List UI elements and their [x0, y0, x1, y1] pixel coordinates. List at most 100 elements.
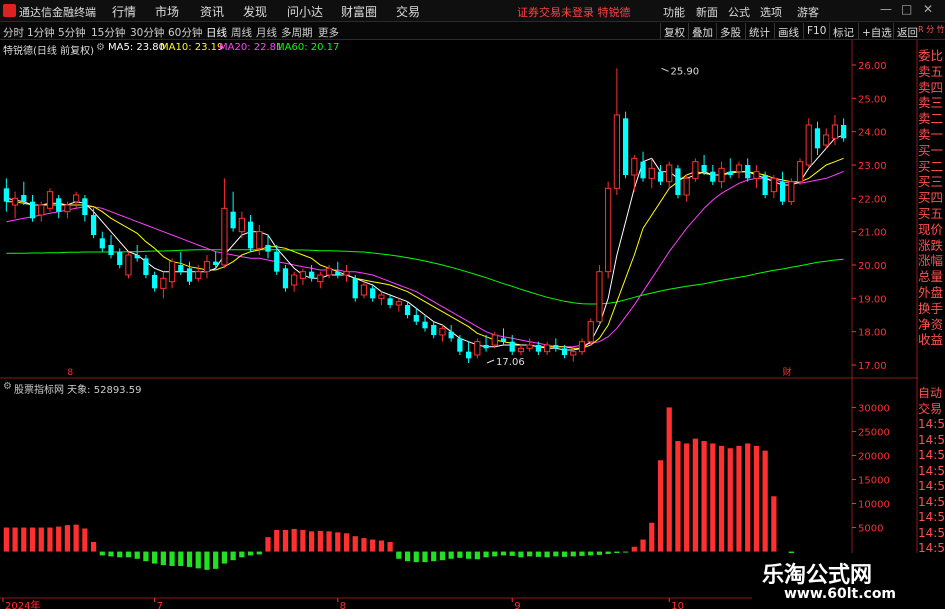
draw-line-button[interactable]: 画线 — [774, 23, 802, 39]
period-tab-1min[interactable]: 1分钟 — [27, 25, 55, 40]
menu-wealth-circle[interactable]: 财富圈 — [341, 3, 377, 20]
side-panel-item: 涨跌 — [918, 237, 944, 253]
indicator-bar — [352, 536, 358, 552]
candle-body — [727, 171, 733, 175]
trade-panel-item: 交易 — [918, 401, 943, 416]
menu-assistant[interactable]: 问小达 — [287, 3, 323, 20]
ma5-label: MA5: 23.80 — [108, 42, 166, 53]
period-tab-30min[interactable]: 30分钟 — [130, 25, 164, 40]
indicator-bar — [457, 551, 463, 558]
period-tab-5min[interactable]: 5分钟 — [58, 25, 86, 40]
period-tab-15min[interactable]: 15分钟 — [91, 25, 125, 40]
title-bar: 通达信金融终端 行情 市场 资讯 发现 问小达 财富圈 交易 证券交易未登录 特… — [0, 0, 945, 22]
candle-body — [553, 345, 559, 349]
trade-panel-item: 14:50 — [918, 448, 945, 462]
indicator-bar — [614, 551, 620, 554]
candle-body — [474, 341, 481, 356]
indicator-bar — [317, 530, 323, 552]
statistics-button[interactable]: 统计 — [745, 23, 773, 39]
indicator-bar — [736, 445, 742, 552]
candle-body — [788, 181, 795, 203]
candle-body — [517, 347, 525, 353]
candle-body — [605, 187, 612, 273]
multi-stock-button[interactable]: 多股 — [716, 23, 744, 39]
mark-button[interactable]: 标记 — [829, 23, 857, 39]
indicator-bar — [169, 551, 175, 566]
menu-functions[interactable]: 功能 — [663, 4, 685, 20]
menu-discover[interactable]: 发现 — [243, 3, 267, 20]
candle-body — [439, 327, 446, 336]
trade-side-panel: 自动交易14:5014:5014:5014:5014:5014:5014:501… — [918, 386, 945, 557]
side-panel-item: 收益 — [918, 332, 944, 348]
side-panel-item: 买四 — [918, 190, 944, 206]
indicator-bar — [666, 407, 672, 552]
period-tab-more[interactable]: 更多 — [318, 25, 339, 40]
overlay-button[interactable]: 叠加 — [688, 23, 716, 39]
candle-body — [640, 161, 646, 179]
indicator-bar — [710, 443, 716, 552]
candle-body — [99, 238, 105, 249]
minimize-icon[interactable]: — — [880, 2, 892, 16]
trade-login-notice[interactable]: 证券交易未登录 特锐德 — [517, 4, 631, 20]
period-tab-60min[interactable]: 60分钟 — [168, 25, 202, 40]
period-toolbar: 分时 1分钟 5分钟 15分钟 30分钟 60分钟 日线 周线 月线 多周期 更… — [0, 22, 945, 40]
period-tab-tick[interactable]: 分时 — [3, 25, 24, 40]
guest-account[interactable]: 游客 — [797, 4, 819, 20]
period-tab-weekly[interactable]: 周线 — [231, 25, 252, 40]
candle-body — [265, 245, 271, 252]
event-marker[interactable]: 8 — [67, 368, 73, 378]
period-tab-daily[interactable]: 日线 — [206, 25, 227, 40]
price-tick-label: 21.00 — [858, 228, 887, 239]
indicator-bar — [387, 541, 393, 552]
menu-market[interactable]: 市场 — [155, 3, 179, 20]
adjust-button[interactable]: 复权 — [660, 23, 688, 39]
candle-body — [186, 268, 193, 282]
indicator-bar — [579, 551, 585, 556]
menu-options[interactable]: 选项 — [760, 4, 782, 20]
indicator-bar — [343, 533, 350, 552]
indicator-bar — [753, 445, 760, 552]
close-icon[interactable]: ✕ — [923, 2, 933, 16]
indicator-bar — [422, 551, 428, 563]
candle-body — [29, 201, 36, 219]
indicator-bar — [378, 540, 385, 552]
time-tick-label: 2024年 — [5, 599, 40, 609]
indicator-tick-label: 30000 — [858, 403, 890, 414]
menu-news[interactable]: 资讯 — [200, 3, 224, 20]
indicator-bar — [631, 546, 637, 552]
indicator-gear-icon[interactable]: ⚙ — [3, 381, 12, 392]
indicator-tick-label: 20000 — [858, 451, 890, 462]
candle-body — [64, 204, 71, 213]
indicator-bar — [125, 551, 132, 558]
f10-button[interactable]: F10 — [803, 23, 829, 39]
candle-body — [613, 114, 620, 189]
add-watchlist-button[interactable]: +自选 — [858, 23, 895, 39]
menu-quotes[interactable]: 行情 — [112, 3, 136, 20]
side-panel-item: 卖五 — [918, 63, 944, 79]
maximize-icon[interactable]: □ — [901, 2, 912, 16]
indicator-bar — [186, 551, 193, 567]
indicator-bar — [291, 528, 297, 552]
event-marker[interactable]: 财 — [783, 366, 792, 378]
ma60-label: MA60: 20.17 — [276, 42, 340, 53]
candle-body — [753, 171, 760, 179]
price-tick-label: 24.00 — [858, 128, 887, 139]
kline-chart[interactable]: 17.00 18.00 19.00 20.00 21.00 22.00 23.00 24.00… — [0, 40, 945, 609]
candle-body — [570, 351, 577, 356]
period-tab-multi[interactable]: 多周期 — [281, 25, 313, 40]
indicator-bar — [474, 551, 480, 560]
trade-panel-item: 14:50 — [918, 510, 945, 524]
period-tab-monthly[interactable]: 月线 — [256, 25, 277, 40]
candle-body — [683, 177, 690, 196]
candle-body — [21, 195, 27, 202]
candle-body — [710, 171, 716, 182]
side-panel-item: 净资 — [918, 316, 944, 332]
menu-new-page[interactable]: 新面 — [696, 4, 718, 20]
candle-body — [160, 277, 167, 289]
back-button[interactable]: 返回 — [893, 23, 921, 39]
menu-formula[interactable]: 公式 — [728, 4, 750, 20]
side-panel-item: 买二 — [918, 158, 944, 174]
gear-icon[interactable]: ⚙ — [96, 42, 105, 53]
menu-trade[interactable]: 交易 — [396, 3, 420, 20]
candle-body — [256, 231, 263, 249]
